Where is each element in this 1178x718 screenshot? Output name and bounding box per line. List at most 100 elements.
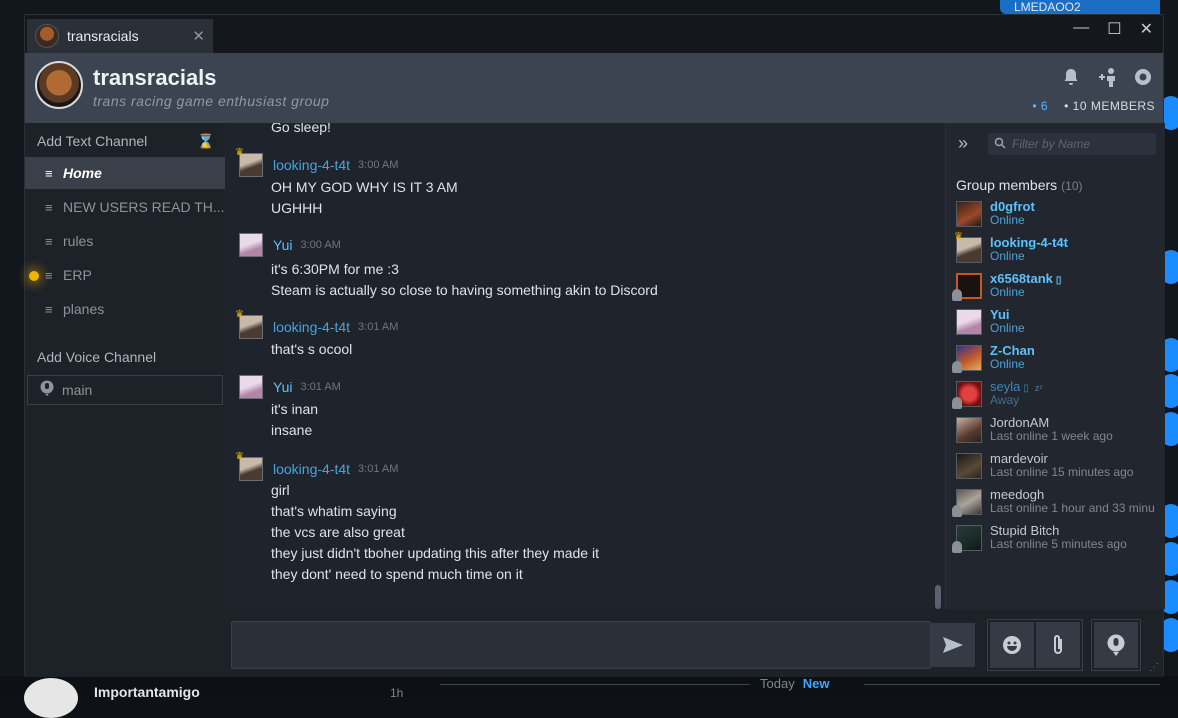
channel-erp[interactable]: ≡ERP xyxy=(25,259,225,291)
message-author[interactable]: looking-4-t4t xyxy=(273,157,350,173)
divider xyxy=(864,684,1160,685)
emoji-icon xyxy=(1002,635,1022,655)
maximize-icon[interactable]: ☐ xyxy=(1107,19,1121,39)
message-line: OH MY GOD WHY IS IT 3 AM xyxy=(271,179,458,195)
member-item[interactable]: Z-Chan Online xyxy=(956,343,1166,375)
member-status: Online xyxy=(990,285,1025,299)
add-text-channel-button[interactable]: Add Text Channel xyxy=(37,133,147,149)
member-item[interactable]: x6568tank▯ Online xyxy=(956,271,1166,303)
message-line: insane xyxy=(271,422,312,438)
avatar xyxy=(956,453,982,479)
group-members-label: Group members xyxy=(956,177,1057,193)
minimize-icon[interactable]: — xyxy=(1073,19,1089,39)
friend-badge-icon xyxy=(952,541,962,553)
friend-badge-icon xyxy=(952,361,962,373)
background-window-strip: LMEDAOO2 xyxy=(1000,0,1160,14)
message-line: Go sleep! xyxy=(271,123,331,135)
voice-channel-main[interactable]: main xyxy=(27,375,223,405)
bell-icon[interactable] xyxy=(1061,67,1081,89)
avatar[interactable] xyxy=(239,233,263,257)
avatar xyxy=(956,309,982,335)
mobile-icon: ▯ xyxy=(1056,275,1062,286)
channel-label: ERP xyxy=(63,267,92,283)
message-author[interactable]: looking-4-t4t xyxy=(273,461,350,477)
composer-tools xyxy=(987,619,1083,671)
channel-sidebar: Add Text Channel ⌛ ≡Home ≡NEW USERS READ… xyxy=(25,123,225,677)
voice-tools xyxy=(1091,619,1141,671)
voice-channel-label: main xyxy=(62,382,92,398)
close-window-icon[interactable]: ✕ xyxy=(1140,19,1153,39)
add-friend-icon[interactable] xyxy=(1097,67,1117,89)
message-line: it's 6:30PM for me :3 xyxy=(271,261,399,277)
crown-icon: ♛ xyxy=(235,451,244,462)
member-status: Last online 15 minutes ago xyxy=(990,465,1133,479)
member-filter xyxy=(988,133,1156,155)
member-name: mardevoir xyxy=(990,451,1048,466)
member-item[interactable]: meedogh Last online 1 hour and 33 minu xyxy=(956,487,1166,519)
today-divider: TodayNew xyxy=(760,676,829,691)
member-item[interactable]: JordonAM Last online 1 week ago xyxy=(956,415,1166,447)
collapse-panel-icon[interactable]: » xyxy=(958,133,968,154)
message-time: 3:00 AM xyxy=(358,159,398,171)
channel-home[interactable]: ≡Home xyxy=(25,157,225,189)
member-item[interactable]: mardevoir Last online 15 minutes ago xyxy=(956,451,1166,483)
member-status: Online xyxy=(990,357,1025,371)
hourglass-icon[interactable]: ⌛ xyxy=(197,133,214,150)
member-item[interactable]: d0gfrot Online xyxy=(956,199,1166,231)
header-actions xyxy=(1061,67,1153,89)
message-author[interactable]: Yui xyxy=(273,237,292,253)
chat-scrollbar[interactable] xyxy=(935,585,941,609)
voice-button[interactable] xyxy=(1094,622,1138,668)
channel-new-users[interactable]: ≡NEW USERS READ TH... xyxy=(25,191,225,223)
member-status: Last online 5 minutes ago xyxy=(990,537,1127,551)
member-item[interactable]: ♛ looking-4-t4t Online xyxy=(956,235,1166,267)
friend-badge-icon xyxy=(952,505,962,517)
member-item[interactable]: seyla▯zᶻ Away xyxy=(956,379,1166,411)
member-list-panel: » Group members (10) d0gfrot Online ♛ loo… xyxy=(945,123,1165,609)
tab-close-icon[interactable]: ✕ xyxy=(192,27,205,45)
message-header: Yui 3:01 AM xyxy=(239,375,341,399)
resize-grip-icon[interactable]: ⋰ xyxy=(1149,662,1159,673)
group-avatar[interactable] xyxy=(35,61,83,109)
send-button[interactable] xyxy=(931,623,975,667)
friend-badge-icon xyxy=(952,397,962,409)
member-item[interactable]: Stupid Bitch Last online 5 minutes ago xyxy=(956,523,1166,555)
group-name: transracials xyxy=(93,65,217,91)
divider xyxy=(440,684,750,685)
background-strip-text: LMEDAOO2 xyxy=(1014,0,1081,14)
tab-title: transracials xyxy=(67,28,139,44)
channel-rules[interactable]: ≡rules xyxy=(25,225,225,257)
chat-messages: Go sleep! ♛ looking-4-t4t 3:00 AM OH MY … xyxy=(225,123,945,609)
avatar[interactable] xyxy=(239,375,263,399)
member-name: looking-4-t4t xyxy=(990,235,1068,250)
message-line: that's whatim saying xyxy=(271,503,397,519)
member-status: Away xyxy=(990,393,1019,407)
message-author[interactable]: looking-4-t4t xyxy=(273,319,350,335)
member-name-text: x6568tank xyxy=(990,271,1053,286)
member-name: d0gfrot xyxy=(990,199,1035,214)
text-channel-icon: ≡ xyxy=(45,200,63,215)
message-line: girl xyxy=(271,482,290,498)
online-count: • 6 xyxy=(1032,99,1048,113)
message-input[interactable] xyxy=(231,621,931,669)
member-status: Last online 1 hour and 33 minu xyxy=(990,501,1155,515)
message-line: they just didn't tboher updating this af… xyxy=(271,545,599,561)
member-counts: • 6 • 10 MEMBERS xyxy=(1032,99,1155,113)
member-search-input[interactable] xyxy=(1012,137,1152,151)
member-name: meedogh xyxy=(990,487,1044,502)
message-line: UGHHH xyxy=(271,200,322,216)
group-members-count: (10) xyxy=(1061,179,1082,193)
channel-label: Home xyxy=(63,165,102,181)
member-name: Yui xyxy=(990,307,1010,322)
tab-transracials[interactable]: transracials ✕ xyxy=(27,19,213,53)
settings-icon[interactable] xyxy=(1133,67,1153,89)
attach-button[interactable] xyxy=(1036,622,1080,668)
member-count[interactable]: • 10 MEMBERS xyxy=(1064,99,1155,113)
message-time: 3:01 AM xyxy=(358,321,398,333)
message-author[interactable]: Yui xyxy=(273,379,292,395)
member-item[interactable]: Yui Online xyxy=(956,307,1166,339)
channel-planes[interactable]: ≡planes xyxy=(25,293,225,325)
message-line: they dont' need to spend much time on it xyxy=(271,566,523,582)
add-voice-channel-button[interactable]: Add Voice Channel xyxy=(37,349,156,365)
emoji-button[interactable] xyxy=(990,622,1034,668)
